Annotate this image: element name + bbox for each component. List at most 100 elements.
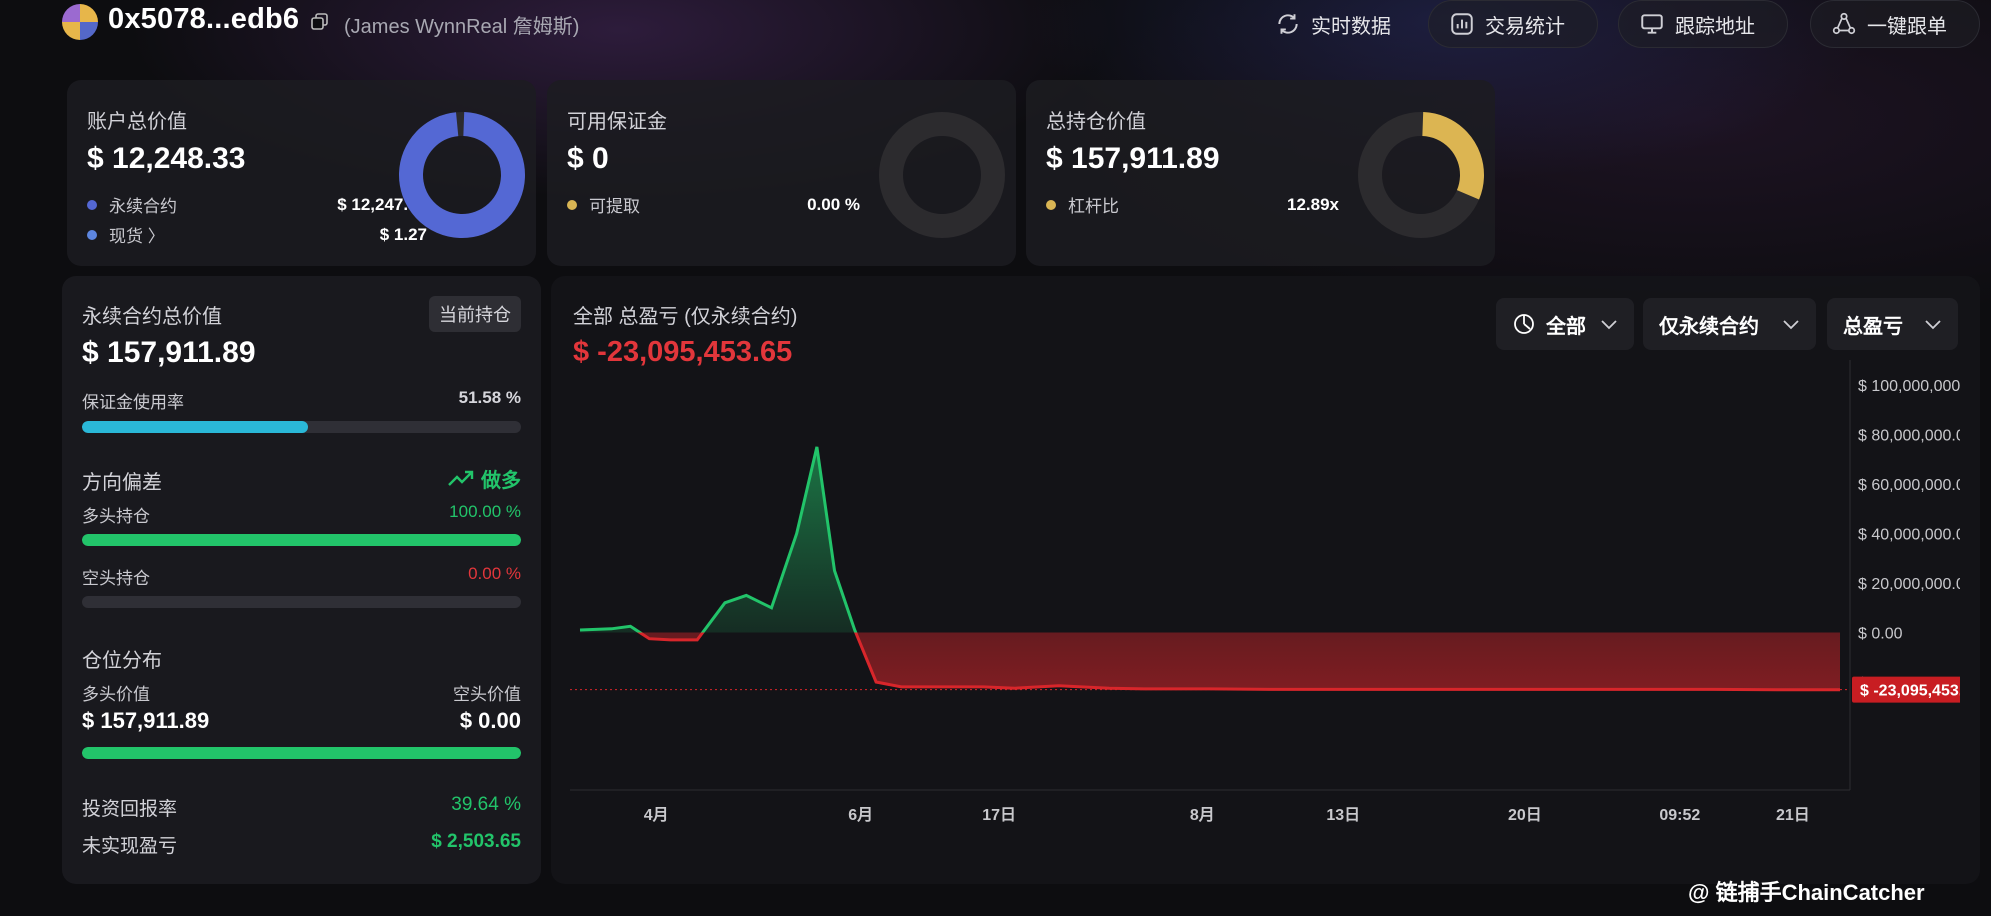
card-title: 可用保证金 — [567, 111, 667, 133]
long-value: $ 157,911.89 — [82, 708, 210, 733]
monitor-icon — [1641, 14, 1663, 34]
wallet-avatar — [62, 4, 98, 40]
distribution-fill — [82, 747, 521, 759]
perp-summary-panel: 永续合约总价值 当前持仓 $ 157,911.89 保证金使用率 51.58 %… — [62, 276, 541, 884]
short-value-label: 空头价值 — [453, 685, 521, 704]
long-position-bar — [82, 534, 521, 546]
trade-stats-button[interactable]: 交易统计 — [1428, 0, 1598, 48]
range-dropdown[interactable]: 全部 — [1496, 298, 1634, 350]
card-title: 账户总价值 — [87, 111, 187, 133]
roi-label: 投资回报率 — [82, 799, 178, 820]
x-tick-label: 21日 — [1776, 806, 1810, 824]
bias-label: 方向偏差 — [82, 472, 162, 494]
panel-value: $ 157,911.89 — [82, 336, 256, 369]
margin-donut-chart — [879, 112, 1005, 238]
realtime-data-label: 实时数据 — [1311, 15, 1391, 38]
realtime-data-button[interactable]: 实时数据 — [1255, 0, 1411, 48]
bias-indicator: 做多 — [447, 464, 521, 493]
legend-dot — [87, 199, 97, 210]
y-tick-label: $ 40,000,000.00 — [1858, 527, 1960, 544]
x-tick-label: 09:52 — [1659, 807, 1700, 824]
y-tick-label: $ 80,000,000.00 — [1858, 428, 1960, 445]
margin-usage-bar — [82, 421, 521, 433]
available-margin-card: 可用保证金 $ 0 可提取 0.00 % — [547, 80, 1016, 266]
current-value-label: $ -23,095,453.65 — [1860, 683, 1960, 700]
long-position-value: 100.00 % — [449, 502, 521, 521]
legend-value: 12.89x — [1287, 194, 1339, 214]
y-tick-label: $ 60,000,000.00 — [1858, 477, 1960, 494]
share-nodes-icon — [1832, 12, 1856, 35]
legend-value: 0.00 % — [807, 194, 860, 214]
metric-dropdown-label: 总盈亏 — [1843, 315, 1903, 338]
upnl-value: $ 2,503.65 — [431, 831, 521, 852]
track-address-button[interactable]: 跟踪地址 — [1618, 0, 1788, 48]
short-value: $ 0.00 — [459, 708, 521, 733]
y-tick-label: $ 20,000,000.00 — [1858, 576, 1960, 593]
distribution-bar — [82, 747, 521, 759]
chart-title: 全部 总盈亏 (仅永续合约) — [573, 306, 798, 328]
legend-dot — [567, 199, 577, 210]
account-donut-chart — [399, 111, 525, 238]
clock-icon — [1514, 314, 1534, 334]
legend-row-withdrawable: 可提取 0.00 % — [567, 192, 860, 217]
roi-value: 39.64 % — [451, 794, 521, 815]
margin-usage-label: 保证金使用率 — [82, 393, 184, 412]
legend-label: 可提取 — [589, 197, 640, 216]
chevron-down-icon — [1601, 320, 1617, 330]
copy-icon[interactable] — [310, 12, 330, 32]
x-tick-label: 17日 — [982, 806, 1016, 824]
x-tick-label: 13日 — [1326, 806, 1360, 824]
x-tick-label: 4月 — [644, 806, 669, 824]
metric-dropdown[interactable]: 总盈亏 — [1827, 298, 1958, 350]
wallet-alias: (James WynnReal 詹姆斯) — [344, 16, 580, 38]
copy-trade-label: 一键跟单 — [1867, 15, 1947, 38]
legend-label: 杠杆比 — [1068, 197, 1119, 216]
long-value-label: 多头价值 — [82, 685, 150, 704]
legend-dot — [87, 229, 97, 240]
x-tick-label: 20日 — [1508, 806, 1542, 824]
margin-usage-fill — [82, 421, 309, 433]
trending-up-icon — [448, 470, 474, 486]
chevron-down-icon — [1783, 320, 1799, 330]
legend-row-leverage: 杠杆比 12.89x — [1046, 192, 1339, 217]
bar-chart-icon — [1451, 13, 1473, 35]
panel-title: 永续合约总价值 — [82, 306, 222, 328]
card-value: $ 157,911.89 — [1046, 142, 1220, 175]
current-position-badge[interactable]: 当前持仓 — [429, 296, 521, 332]
distribution-label: 仓位分布 — [82, 650, 162, 672]
card-value: $ 12,248.33 — [87, 142, 246, 175]
card-title: 总持仓价值 — [1046, 111, 1146, 133]
x-tick-label: 8月 — [1190, 806, 1215, 824]
position-value-card: 总持仓价值 $ 157,911.89 杠杆比 12.89x — [1026, 80, 1495, 266]
position-donut-chart — [1358, 111, 1484, 238]
short-position-label: 空头持仓 — [82, 569, 150, 588]
chevron-down-icon — [1925, 320, 1941, 330]
wallet-address: 0x5078...edb6 — [108, 3, 300, 35]
scope-dropdown-label: 仅永续合约 — [1659, 315, 1759, 338]
account-value-card: 账户总价值 $ 12,248.33 永续合约 $ 12,247.06 现货 〉 … — [67, 80, 536, 266]
scope-dropdown[interactable]: 仅永续合约 — [1643, 298, 1816, 350]
y-tick-label: $ 100,000,000.00 — [1858, 378, 1960, 395]
track-address-label: 跟踪地址 — [1675, 15, 1755, 38]
long-position-fill — [82, 534, 521, 546]
legend-label: 永续合约 — [109, 197, 177, 216]
watermark: @ 链捕手ChainCatcher — [1688, 880, 1925, 905]
short-position-bar — [82, 596, 521, 608]
upnl-label: 未实现盈亏 — [82, 836, 178, 857]
bias-value: 做多 — [481, 470, 521, 492]
legend-row-spot[interactable]: 现货 〉 $ 1.27 — [87, 222, 427, 247]
y-tick-label: $ 0.00 — [1858, 626, 1903, 643]
pnl-area-chart: $ 100,000,000.00 $ 80,000,000.00 $ 60,000,… — [570, 360, 1960, 824]
refresh-icon — [1278, 14, 1298, 34]
margin-usage-value: 51.58 % — [458, 388, 521, 407]
short-position-value: 0.00 % — [468, 564, 521, 583]
long-position-label: 多头持仓 — [82, 507, 150, 526]
x-tick-label: 6月 — [848, 806, 873, 824]
legend-row-perp: 永续合约 $ 12,247.06 — [87, 192, 427, 217]
negative-area — [580, 632, 1840, 690]
legend-dot — [1046, 199, 1056, 210]
trade-stats-label: 交易统计 — [1485, 15, 1565, 38]
range-dropdown-label: 全部 — [1546, 315, 1586, 338]
copy-trade-button[interactable]: 一键跟单 — [1810, 0, 1980, 48]
legend-label: 现货 〉 — [109, 227, 165, 246]
